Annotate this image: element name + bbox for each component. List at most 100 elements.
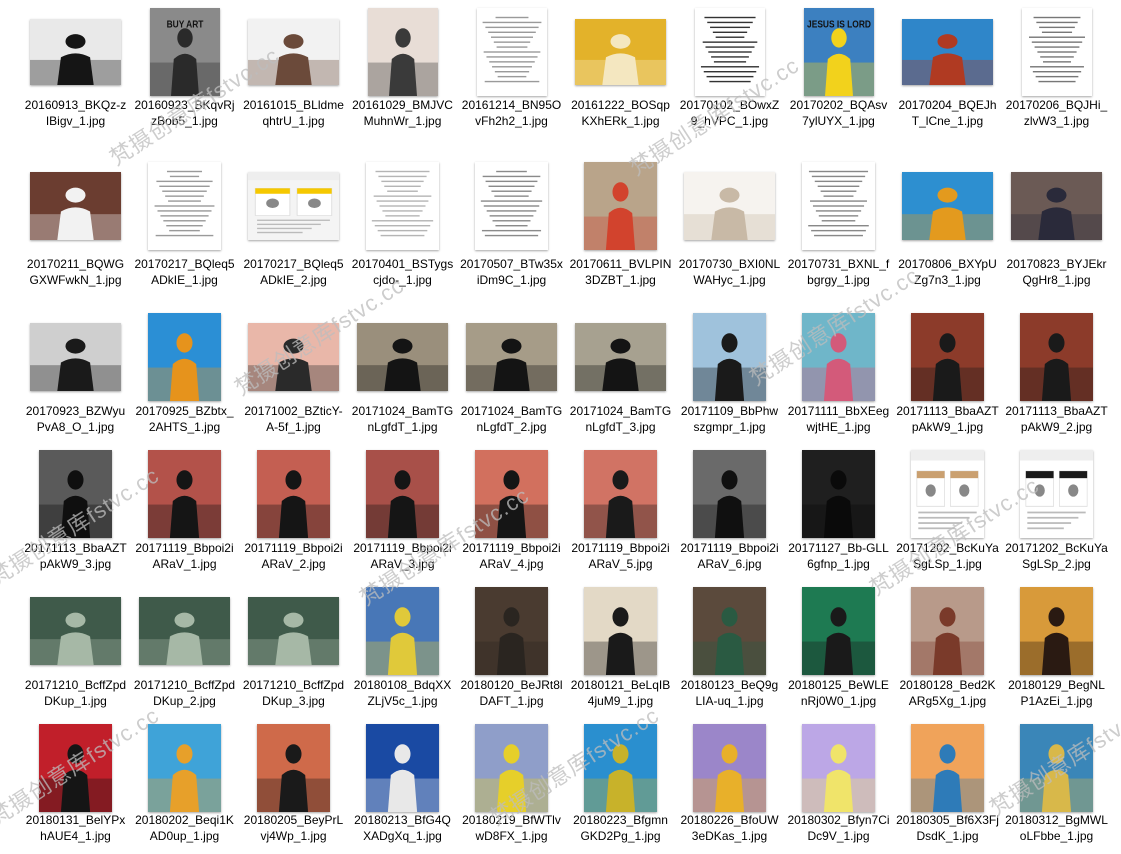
image-thumbnail[interactable] — [584, 450, 657, 538]
file-tile[interactable]: 20170217_BQleq5ADkIE_1.jpg — [130, 160, 239, 311]
image-thumbnail[interactable] — [684, 172, 775, 240]
file-tile[interactable]: 20171119_Bbpoi2iARaV_2.jpg — [239, 448, 348, 585]
image-thumbnail[interactable] — [475, 162, 548, 250]
image-thumbnail[interactable] — [475, 724, 548, 812]
file-tile[interactable]: 20180312_BgMWLoLFbbe_1.jpg — [1002, 722, 1111, 854]
image-thumbnail[interactable] — [39, 724, 112, 812]
image-thumbnail[interactable] — [1021, 8, 1092, 96]
image-thumbnail[interactable] — [575, 19, 666, 85]
image-thumbnail[interactable] — [911, 450, 984, 538]
image-thumbnail[interactable] — [802, 313, 875, 401]
file-tile[interactable]: 20170102_BOwxZ9_hVPC_1.jpg — [675, 0, 784, 160]
file-tile[interactable]: 20180205_BeyPrLvj4Wp_1.jpg — [239, 722, 348, 854]
file-tile[interactable]: 20170206_BQJHi_zlvW3_1.jpg — [1002, 0, 1111, 160]
image-thumbnail[interactable] — [584, 587, 657, 675]
file-tile[interactable]: 20170925_BZbtx_2AHTS_1.jpg — [130, 311, 239, 448]
file-tile[interactable]: 20180125_BeWLEnRj0W0_1.jpg — [784, 585, 893, 722]
file-tile[interactable]: 20170401_BSTygscjdo-_1.jpg — [348, 160, 457, 311]
file-tile[interactable]: 20180202_Beqi1KAD0up_1.jpg — [130, 722, 239, 854]
file-tile[interactable]: 20170730_BXI0NLWAHyc_1.jpg — [675, 160, 784, 311]
file-tile[interactable]: 20171024_BamTGnLgfdT_3.jpg — [566, 311, 675, 448]
image-thumbnail[interactable] — [693, 313, 766, 401]
image-thumbnail[interactable] — [911, 587, 984, 675]
file-tile[interactable]: 20171024_BamTGnLgfdT_2.jpg — [457, 311, 566, 448]
image-thumbnail[interactable] — [30, 172, 121, 240]
image-thumbnail[interactable] — [357, 323, 448, 391]
file-tile[interactable]: 20180129_BegNLP1AzEi_1.jpg — [1002, 585, 1111, 722]
file-tile[interactable]: 20170923_BZWyuPvA8_O_1.jpg — [21, 311, 130, 448]
image-thumbnail[interactable] — [584, 724, 657, 812]
image-thumbnail[interactable] — [139, 597, 230, 665]
image-thumbnail[interactable] — [475, 450, 548, 538]
image-thumbnail[interactable] — [1020, 724, 1093, 812]
file-tile[interactable]: 20160913_BKQz-zIBigv_1.jpg — [21, 0, 130, 160]
file-tile[interactable]: 20170806_BXYpUZg7n3_1.jpg — [893, 160, 1002, 311]
image-thumbnail[interactable] — [148, 313, 221, 401]
image-thumbnail[interactable] — [148, 450, 221, 538]
file-tile[interactable]: 20170217_BQleq5ADkIE_2.jpg — [239, 160, 348, 311]
image-thumbnail[interactable] — [802, 162, 875, 250]
file-tile[interactable]: 20171210_BcffZpdDKup_3.jpg — [239, 585, 348, 722]
file-tile[interactable]: 20170611_BVLPIN3DZBT_1.jpg — [566, 160, 675, 311]
file-tile[interactable]: 20180223_BfgmnGKD2Pg_1.jpg — [566, 722, 675, 854]
image-thumbnail[interactable] — [248, 597, 339, 665]
image-thumbnail[interactable] — [248, 19, 339, 85]
file-tile[interactable]: 20180302_Bfyn7CiDc9V_1.jpg — [784, 722, 893, 854]
file-tile[interactable]: 20171119_Bbpoi2iARaV_6.jpg — [675, 448, 784, 585]
file-tile[interactable]: 20171202_BcKuYaSgLSp_1.jpg — [893, 448, 1002, 585]
image-thumbnail[interactable] — [1020, 450, 1093, 538]
file-tile[interactable]: 20180108_BdqXXZLjV5c_1.jpg — [348, 585, 457, 722]
file-tile[interactable]: 20170823_BYJEkrQgHr8_1.jpg — [1002, 160, 1111, 311]
image-thumbnail[interactable] — [30, 597, 121, 665]
file-tile[interactable]: 20171119_Bbpoi2iARaV_3.jpg — [348, 448, 457, 585]
file-tile[interactable]: 20180213_BfG4QXADgXq_1.jpg — [348, 722, 457, 854]
image-thumbnail[interactable] — [257, 450, 330, 538]
image-thumbnail[interactable] — [693, 450, 766, 538]
file-tile[interactable]: 20180131_BelYPxhAUE4_1.jpg — [21, 722, 130, 854]
file-tile[interactable]: 20161214_BN95OvFh2h2_1.jpg — [457, 0, 566, 160]
file-tile[interactable]: 20180120_BeJRt8lDAFT_1.jpg — [457, 585, 566, 722]
image-thumbnail[interactable] — [248, 172, 339, 240]
image-thumbnail[interactable] — [248, 323, 339, 391]
file-tile[interactable]: 20171119_Bbpoi2iARaV_5.jpg — [566, 448, 675, 585]
file-tile[interactable]: 20180128_Bed2KARg5Xg_1.jpg — [893, 585, 1002, 722]
image-thumbnail[interactable] — [802, 587, 875, 675]
file-tile[interactable]: 20170507_BTw35xiDm9C_1.jpg — [457, 160, 566, 311]
image-thumbnail[interactable] — [902, 172, 993, 240]
file-tile[interactable]: 20161222_BOSqpKXhERk_1.jpg — [566, 0, 675, 160]
file-tile[interactable]: 20180226_BfoUW3eDKas_1.jpg — [675, 722, 784, 854]
file-tile[interactable]: 20180123_BeQ9gLIA-uq_1.jpg — [675, 585, 784, 722]
image-thumbnail[interactable] — [148, 162, 221, 250]
image-thumbnail[interactable] — [466, 323, 557, 391]
image-thumbnail[interactable] — [257, 724, 330, 812]
image-thumbnail[interactable] — [693, 724, 766, 812]
image-thumbnail[interactable] — [693, 587, 766, 675]
image-thumbnail[interactable] — [475, 587, 548, 675]
file-tile[interactable]: 20171127_Bb-GLL6gfnp_1.jpg — [784, 448, 893, 585]
file-tile[interactable]: 20170211_BQWGGXWFwkN_1.jpg — [21, 160, 130, 311]
file-tile[interactable]: 20171024_BamTGnLgfdT_1.jpg — [348, 311, 457, 448]
image-thumbnail[interactable] — [366, 162, 439, 250]
image-thumbnail[interactable] — [39, 450, 112, 538]
file-tile[interactable]: 20171210_BcffZpdDKup_2.jpg — [130, 585, 239, 722]
file-tile[interactable]: 20180219_BfWTlvwD8FX_1.jpg — [457, 722, 566, 854]
image-thumbnail[interactable] — [366, 724, 439, 812]
image-thumbnail[interactable] — [911, 313, 984, 401]
file-tile[interactable]: 20171111_BbXEegwjtHE_1.jpg — [784, 311, 893, 448]
image-thumbnail[interactable] — [148, 724, 221, 812]
image-thumbnail[interactable] — [694, 8, 765, 96]
file-tile[interactable]: JESUS IS LORD 20170202_BQAsv7ylUYX_1.jpg — [784, 0, 893, 160]
image-thumbnail[interactable] — [1020, 313, 1093, 401]
image-thumbnail[interactable] — [366, 587, 439, 675]
image-thumbnail[interactable] — [802, 450, 875, 538]
file-tile[interactable]: 20161029_BMJVCMuhnWr_1.jpg — [348, 0, 457, 160]
file-tile[interactable]: 20171109_BbPhwszgmpr_1.jpg — [675, 311, 784, 448]
file-tile[interactable]: 20171113_BbaAZTpAkW9_2.jpg — [1002, 311, 1111, 448]
image-thumbnail[interactable] — [802, 724, 875, 812]
image-thumbnail[interactable] — [366, 450, 439, 538]
file-tile[interactable]: 20180121_BeLqIB4juM9_1.jpg — [566, 585, 675, 722]
image-thumbnail[interactable] — [367, 8, 438, 96]
image-thumbnail[interactable] — [30, 323, 121, 391]
image-thumbnail[interactable] — [584, 162, 657, 250]
image-thumbnail[interactable] — [1020, 587, 1093, 675]
